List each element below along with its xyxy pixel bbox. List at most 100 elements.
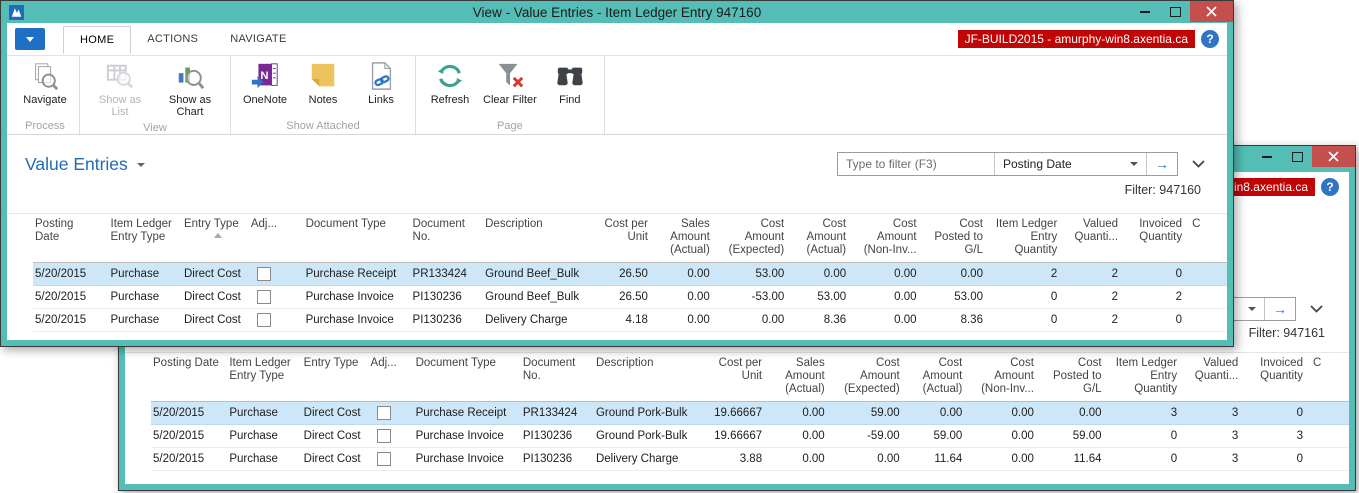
page-title[interactable]: Value Entries <box>25 154 128 175</box>
onenote-button[interactable]: N OneNote <box>237 59 293 108</box>
apply-filter-button[interactable]: → <box>1146 153 1177 175</box>
column-header[interactable]: Document Type <box>414 353 521 402</box>
table-cell: 0 <box>1050 291 1058 303</box>
column-header[interactable]: Cost Amount (Expected) <box>833 353 908 402</box>
column-header[interactable]: Valued Quanti... <box>1065 214 1126 263</box>
table-cell: 5/20/2015 <box>153 430 205 442</box>
column-header[interactable]: Sales Amount (Actual) <box>770 353 833 402</box>
column-header[interactable]: Cost Posted to G/L <box>1042 353 1110 402</box>
show-as-list-button: Show as List <box>86 59 154 120</box>
notes-button[interactable]: Notes <box>295 59 351 108</box>
adjustment-checkbox[interactable] <box>256 267 271 281</box>
table-cell: 0.00 <box>687 314 710 326</box>
tab-navigate[interactable]: NAVIGATE <box>214 26 302 52</box>
filter-column-select[interactable]: Posting Date <box>994 153 1146 175</box>
help-button[interactable]: ? <box>1321 178 1339 196</box>
table-cell: PI130236 <box>412 314 462 326</box>
table-cell: 59.00 <box>832 401 908 425</box>
clear-filter-button[interactable]: Clear Filter <box>480 59 540 108</box>
column-header[interactable]: Description <box>594 353 709 402</box>
adjustment-checkbox[interactable] <box>256 313 271 327</box>
adjustment-checkbox[interactable] <box>376 452 391 466</box>
expand-chevron-button[interactable] <box>1192 160 1205 168</box>
table-cell: 0 <box>1296 453 1303 465</box>
expand-chevron-button[interactable] <box>1310 305 1323 313</box>
ribbon-group-view: Show as List Show as Chart View <box>80 56 231 134</box>
column-header[interactable]: Item Ledger Entry Quantity <box>1110 353 1186 402</box>
window2-controls <box>1252 146 1355 167</box>
column-header[interactable]: Entry Type <box>302 353 369 402</box>
column-header[interactable]: Item Ledger Entry Quantity <box>991 214 1065 263</box>
table-cell: PI130236 <box>522 430 573 442</box>
apply-filter-button[interactable]: → <box>1264 298 1295 320</box>
column-header[interactable]: Entry Type <box>182 214 249 263</box>
table-row[interactable]: 5/20/2015 Purchase Direct Cost Purchase Rec… <box>33 262 1227 286</box>
column-header[interactable]: Item Ledger Entry Type <box>109 214 182 263</box>
table-cell <box>369 425 414 448</box>
column-header[interactable]: Cost per Unit <box>709 353 771 402</box>
table-cell: Purchase Receipt <box>303 262 411 286</box>
column-header[interactable]: Valued Quanti... <box>1185 353 1246 402</box>
column-header[interactable]: Cost Amount (Actual) <box>908 353 971 402</box>
adjustment-checkbox[interactable] <box>256 290 271 304</box>
table-cell: 2 <box>1175 291 1183 303</box>
links-button[interactable]: Links <box>353 59 409 108</box>
navigate-button[interactable]: Navigate <box>17 59 73 108</box>
page-title-caret-icon[interactable] <box>136 163 145 167</box>
column-header[interactable]: Invoiced Quantity <box>1246 353 1311 402</box>
table-cell: 26.50 <box>597 262 656 286</box>
minimize-button[interactable] <box>1252 146 1282 167</box>
show-as-chart-button[interactable]: Show as Chart <box>156 59 224 120</box>
column-header[interactable]: Invoiced Quantity <box>1126 214 1190 263</box>
column-header[interactable]: C <box>1311 353 1349 402</box>
help-button[interactable]: ? <box>1201 30 1219 48</box>
filter-input[interactable] <box>838 157 994 171</box>
column-header[interactable]: Posting Date <box>151 353 227 402</box>
column-header[interactable]: Item Ledger Entry Type <box>227 353 301 402</box>
table-cell: 0 <box>1170 430 1178 442</box>
table-row[interactable]: 5/20/2015 Purchase Direct Cost Purchase Inv… <box>33 309 1227 332</box>
table-row[interactable]: 5/20/2015 Purchase Direct Cost Purchase Rec… <box>151 401 1349 425</box>
find-button[interactable]: Find <box>542 59 598 108</box>
show-as-list-icon <box>104 61 136 91</box>
table-cell: 0 <box>1050 314 1058 326</box>
column-header[interactable]: Document No. <box>411 214 484 263</box>
table-cell: 0.00 <box>970 401 1042 425</box>
app-menu-button[interactable] <box>15 28 45 50</box>
table-row[interactable]: 5/20/2015 Purchase Direct Cost Purchase Inv… <box>33 286 1227 309</box>
table-cell: Purchase Receipt <box>413 401 521 425</box>
table-cell <box>249 286 304 309</box>
maximize-button[interactable] <box>1282 146 1312 167</box>
table-row[interactable]: 5/20/2015 Purchase Direct Cost Purchase Inv… <box>151 448 1349 471</box>
tab-actions[interactable]: ACTIONS <box>131 26 214 52</box>
column-header[interactable]: Document No. <box>521 353 594 402</box>
table-cell: 3 <box>1231 430 1239 442</box>
tab-home[interactable]: HOME <box>63 25 132 54</box>
window1-titlebar[interactable]: View - Value Entries - Item Ledger Entry… <box>1 1 1233 23</box>
column-header[interactable]: Adj... <box>249 214 304 263</box>
column-header[interactable]: C <box>1190 214 1227 263</box>
column-header[interactable]: Cost Amount (Actual) <box>792 214 854 263</box>
close-button[interactable] <box>1312 146 1355 167</box>
table-cell: Delivery Charge <box>485 314 568 326</box>
column-header[interactable]: Document Type <box>304 214 411 263</box>
column-header[interactable]: Cost Amount (Expected) <box>718 214 792 263</box>
table-cell: 0 <box>1170 453 1178 465</box>
table-row[interactable]: 5/20/2015 Purchase Direct Cost Purchase Inv… <box>151 425 1349 448</box>
column-header[interactable]: Cost Amount (Non-Inv... <box>854 214 924 263</box>
column-header[interactable]: Cost Amount (Non-Inv... <box>970 353 1042 402</box>
column-header[interactable]: Adj... <box>369 353 414 402</box>
column-header[interactable]: Description <box>483 214 597 263</box>
table-cell: 2 <box>990 262 1066 286</box>
column-header[interactable]: Cost Posted to G/L <box>925 214 991 263</box>
group-label: Page <box>497 120 523 132</box>
column-header[interactable]: Cost per Unit <box>597 214 656 263</box>
value-entries-grid-947160: Posting Date Item Ledger Entry Type Entry … <box>7 213 1227 332</box>
right-arrow-icon: → <box>1155 156 1169 172</box>
adjustment-checkbox[interactable] <box>376 429 391 443</box>
column-header[interactable]: Posting Date <box>33 214 109 263</box>
table-cell: 0.00 <box>687 291 710 303</box>
column-header[interactable]: Sales Amount (Actual) <box>656 214 718 263</box>
refresh-button[interactable]: Refresh <box>422 59 478 108</box>
adjustment-checkbox[interactable] <box>376 406 391 420</box>
